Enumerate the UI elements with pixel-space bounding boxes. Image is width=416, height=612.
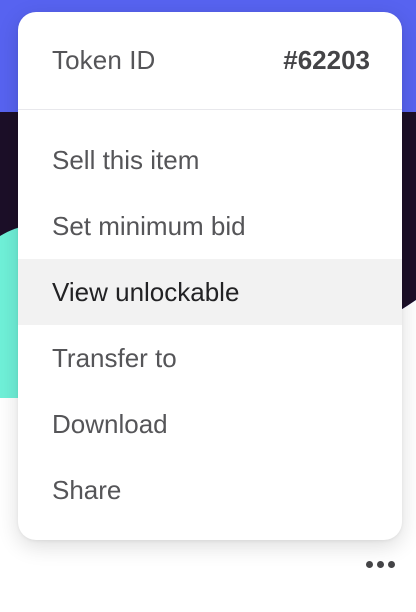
token-id-value: #62203 — [283, 45, 370, 75]
menu-item-transfer-to[interactable]: Transfer to — [18, 325, 402, 391]
menu-list: Sell this item Set minimum bid View unlo… — [18, 110, 402, 523]
more-horizontal-icon — [364, 560, 397, 568]
item-actions-menu: Token ID #62203 Sell this item Set minim… — [18, 12, 402, 540]
menu-item-view-unlockable[interactable]: View unlockable — [18, 259, 402, 325]
token-id-row: Token ID #62203 — [18, 12, 402, 110]
menu-item-download[interactable]: Download — [18, 391, 402, 457]
menu-item-set-minimum-bid[interactable]: Set minimum bid — [18, 193, 402, 259]
menu-item-sell-this-item[interactable]: Sell this item — [18, 127, 402, 193]
menu-item-share[interactable]: Share — [18, 457, 402, 523]
more-options-button[interactable] — [360, 550, 400, 578]
token-id-label: Token ID — [52, 45, 156, 75]
